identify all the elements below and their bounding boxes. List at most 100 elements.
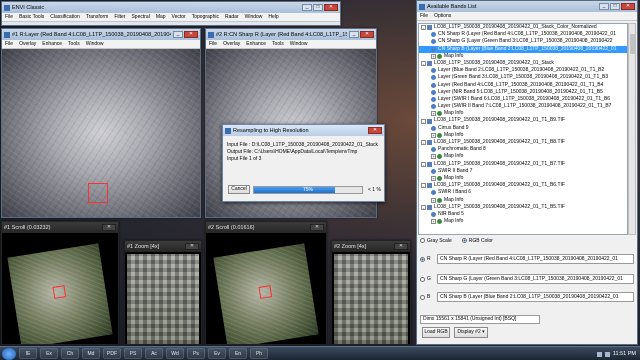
menu-enhance[interactable]: Enhance [39, 41, 65, 47]
taskbar-app-button[interactable]: PS [124, 348, 142, 359]
tree-toggle-icon[interactable]: - [421, 118, 426, 124]
tree-row-band[interactable]: SWIR II Band 7 [419, 168, 627, 175]
menu-window[interactable]: Window [242, 14, 266, 20]
zoom2-titlebar[interactable]: #2 Zoom [4x] ✕ [332, 241, 410, 252]
gray-scale-option[interactable]: Gray Scale [420, 238, 452, 244]
taskbar-app-button[interactable]: En [229, 348, 247, 359]
taskbar-app-button[interactable]: Ac [145, 348, 163, 359]
tree-toggle-icon[interactable]: - [421, 140, 426, 146]
tree-row-band[interactable]: CN Sharp B (Layer (Blue Band 2:LC08_L1TP… [419, 45, 627, 53]
tree-toggle-icon[interactable]: + [431, 154, 436, 160]
tree-row-band[interactable]: Layer (Red Band 4:LC08_L1TP_150038_20190… [419, 82, 627, 89]
start-button[interactable] [2, 347, 16, 360]
menu-file[interactable]: File [2, 14, 16, 20]
close-button[interactable]: ✕ [310, 224, 324, 231]
tree-toggle-icon[interactable]: + [431, 197, 436, 203]
close-button[interactable]: ✕ [324, 4, 338, 11]
menu-topographic[interactable]: Topographic [189, 14, 222, 20]
r-radio[interactable] [420, 256, 425, 262]
tree-row-band[interactable]: CN Sharp G (Layer (Green Band 3:LC08_L1T… [419, 38, 627, 45]
close-button[interactable]: ✕ [368, 127, 382, 134]
tree-toggle-icon[interactable]: + [431, 53, 436, 59]
gray-scale-radio[interactable] [420, 238, 425, 244]
menu-window[interactable]: Window [83, 41, 107, 47]
menu-tools[interactable]: Tools [269, 41, 287, 47]
display-select-button[interactable]: Display #2 ▾ [454, 327, 488, 338]
taskbar-app-button[interactable]: Ev [208, 348, 226, 359]
tree-row-band[interactable]: Layer (Blue Band 2:LC08_L1TP_150038_2019… [419, 67, 627, 74]
tree-row-map[interactable]: + Map Info [419, 132, 627, 139]
tree-row-map[interactable]: + Map Info [419, 153, 627, 160]
maximize-button[interactable]: □ [313, 4, 323, 11]
tree-row-file[interactable]: - LC08_L1TP_150038_20190408_20190422_01_T… [419, 182, 627, 189]
rgb-color-option[interactable]: RGB Color [461, 238, 493, 244]
close-button[interactable]: ✕ [184, 31, 198, 38]
menu-basic-tools[interactable]: Basic Tools [16, 14, 47, 20]
minimize-button[interactable]: _ [349, 31, 359, 38]
menu-vector[interactable]: Vector [169, 14, 189, 20]
g-radio[interactable] [420, 276, 425, 282]
tree-toggle-icon[interactable]: - [421, 161, 426, 167]
rgb-color-radio[interactable] [461, 238, 467, 244]
menu-classification[interactable]: Classification [47, 14, 82, 20]
close-button[interactable]: ✕ [360, 31, 374, 38]
tree-row-band[interactable]: Layer (SWIR II Band 7:LC08_L1TP_150038_2… [419, 103, 627, 110]
scroll-box[interactable] [52, 285, 67, 299]
taskbar-app-button[interactable]: Ex [40, 348, 58, 359]
zoom1-titlebar[interactable]: #1 Zoom [4x] ✕ [125, 241, 201, 252]
tree-row-band[interactable]: SWIR I Band 6 [419, 189, 627, 196]
scrollbar-thumb[interactable] [630, 34, 635, 54]
tree-row-file[interactable]: - LC08_L1TP_150038_20190408_20190422_01_T… [419, 204, 627, 211]
display1-titlebar[interactable]: #1 R:Layer (Red Band 4:LC08_L1TP_150038_… [2, 29, 200, 40]
tree-row-map[interactable]: + Map Info [419, 218, 627, 225]
tree-toggle-icon[interactable]: + [431, 219, 436, 225]
zoom2-image[interactable] [334, 254, 408, 344]
close-button[interactable]: ✕ [621, 3, 635, 10]
taskbar-app-button[interactable]: Ps [187, 348, 205, 359]
tree-row-band[interactable]: NIR Band 5 [419, 211, 627, 218]
menu-map[interactable]: Map [153, 14, 169, 20]
menu-overlay[interactable]: Overlay [220, 41, 243, 47]
r-band-field[interactable]: CN Sharp R (Layer (Red Band 4:LC08_L1TP_… [437, 254, 634, 264]
b-band-field[interactable]: CN Sharp B (Layer (Blue Band 2:LC08_L1TP… [437, 292, 634, 302]
menu-options[interactable]: Options [431, 13, 454, 19]
display2-titlebar[interactable]: #2 R:CN Sharp R (Layer (Red Band 4:LC08_… [206, 29, 376, 40]
tree-toggle-icon[interactable]: - [421, 25, 426, 31]
load-rgb-button[interactable]: Load RGB [422, 327, 450, 338]
taskbar-app-button[interactable]: PDF [103, 348, 121, 359]
volume-icon[interactable] [604, 351, 610, 357]
tree-toggle-icon[interactable]: - [421, 183, 426, 189]
tree-toggle-icon[interactable]: + [431, 111, 436, 117]
tree-row-map[interactable]: + Map Info [419, 110, 627, 117]
zoom1-image[interactable] [127, 254, 199, 344]
menu-file[interactable]: File [206, 41, 220, 47]
envi-main-titlebar[interactable]: ENVI Classic _ □ ✕ [2, 2, 340, 13]
tree-toggle-icon[interactable]: + [431, 176, 436, 182]
tree-toggle-icon[interactable]: + [431, 132, 436, 138]
zoom-box[interactable] [88, 183, 108, 203]
menu-tools[interactable]: Tools [65, 41, 83, 47]
tree-row-band[interactable]: CN Sharp R (Layer (Red Band 4:LC08_L1TP_… [419, 31, 627, 38]
tree-row-file[interactable]: - LC08_L1TP_150038_20190408_20190422_01_S… [419, 60, 627, 67]
scroll1-titlebar[interactable]: #1 Scroll (0.03232) ✕ [2, 222, 118, 233]
g-band-field[interactable]: CN Sharp G (Layer (Green Band 3:LC08_L1T… [437, 274, 634, 284]
menu-transform[interactable]: Transform [83, 14, 112, 20]
tree-row-band[interactable]: Panchromatic Band 8 [419, 146, 627, 153]
tree-row-file[interactable]: - LC08_L1TP_150038_20190408_20190422_01_T… [419, 117, 627, 124]
tree-toggle-icon[interactable]: - [421, 61, 426, 67]
minimize-button[interactable]: _ [599, 3, 609, 10]
dialog-titlebar[interactable]: Resampling to High Resolution ✕ [223, 125, 384, 136]
menu-filter[interactable]: Filter [111, 14, 128, 20]
menu-overlay[interactable]: Overlay [16, 41, 39, 47]
maximize-button[interactable]: □ [610, 3, 620, 10]
tree-row-file[interactable]: - LC08_L1TP_150038_20190408_20190422_01_S… [419, 24, 627, 31]
bands-list-titlebar[interactable]: Available Bands List _ □ ✕ [417, 1, 637, 12]
taskbar-app-button[interactable]: Wd [166, 348, 184, 359]
clock[interactable]: 11:51 PM [613, 351, 636, 357]
tree-row-file[interactable]: - LC08_L1TP_150038_20190408_20190422_01_T… [419, 161, 627, 168]
scroll2-image[interactable] [213, 243, 319, 344]
tree-row-map[interactable]: + Map Info [419, 175, 627, 182]
taskbar-app-button[interactable]: IE [19, 348, 37, 359]
menu-file[interactable]: File [417, 13, 431, 19]
close-button[interactable]: ✕ [185, 243, 199, 250]
